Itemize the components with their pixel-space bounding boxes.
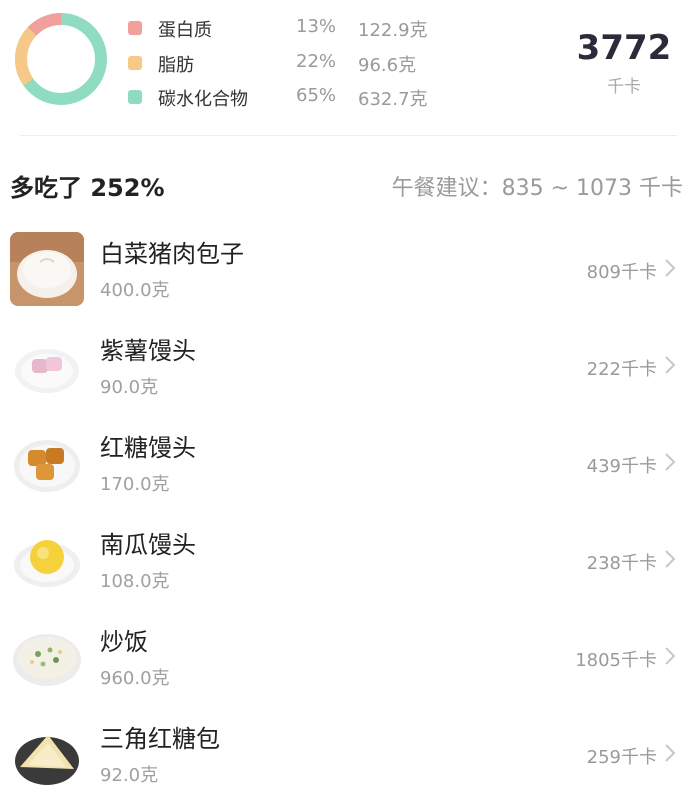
food-image-baozi	[10, 232, 84, 306]
food-weight: 400.0克	[100, 280, 170, 301]
total-calories-unit: 千卡	[607, 77, 641, 97]
lunch-suggestion: 午餐建议：835 ~ 1073 千卡	[391, 176, 683, 201]
food-image-brown-sugar-mantou	[10, 426, 84, 500]
chevron-right-icon	[665, 259, 676, 277]
food-image-pumpkin-mantou	[10, 523, 84, 597]
food-name: 白菜猪肉包子	[100, 240, 244, 268]
chevron-right-icon	[665, 550, 676, 568]
food-name: 三角红糖包	[100, 725, 220, 753]
chevron-right-icon	[665, 744, 676, 762]
food-image-fried-rice	[10, 620, 84, 694]
food-item[interactable]: 炒饭 960.0克 1805千卡	[0, 620, 697, 716]
macro-row-fat: 脂肪 22% 96.6克	[128, 51, 448, 76]
food-weight: 170.0克	[100, 474, 170, 495]
macro-name: 碳水化合物	[158, 89, 248, 110]
carbs-color-dot	[128, 90, 142, 104]
food-name: 炒饭	[100, 628, 148, 656]
food-calories: 439千卡	[586, 456, 657, 477]
macro-weight: 122.9克	[358, 20, 428, 41]
food-item[interactable]: 红糖馒头 170.0克 439千卡	[0, 426, 697, 522]
chevron-right-icon	[665, 356, 676, 374]
fat-color-dot	[128, 56, 142, 70]
food-image-purple-mantou	[10, 329, 84, 403]
over-eaten-label: 多吃了 252%	[10, 174, 165, 202]
macro-donut-chart	[15, 13, 107, 105]
food-weight: 90.0克	[100, 377, 159, 398]
macro-percent: 65%	[296, 85, 337, 106]
food-name: 南瓜馒头	[100, 531, 196, 559]
macro-name: 蛋白质	[158, 20, 212, 41]
food-weight: 108.0克	[100, 571, 170, 592]
macro-weight: 96.6克	[358, 55, 417, 76]
food-name: 红糖馒头	[100, 434, 196, 462]
food-item[interactable]: 白菜猪肉包子 400.0克 809千卡	[0, 232, 697, 328]
macro-row-carbs: 碳水化合物 65% 632.7克	[128, 85, 448, 110]
food-weight: 92.0克	[100, 765, 159, 786]
divider	[20, 135, 677, 136]
total-calories: 3772	[576, 28, 672, 68]
protein-color-dot	[128, 21, 142, 35]
nutrition-summary: 蛋白质 13% 122.9克 脂肪 22% 96.6克 碳水化合物 65% 63…	[0, 0, 697, 135]
food-calories: 809千卡	[586, 262, 657, 283]
food-image-triangle-bun	[10, 717, 84, 791]
food-calories: 259千卡	[586, 747, 657, 768]
chevron-right-icon	[665, 647, 676, 665]
macro-percent: 22%	[296, 51, 337, 72]
food-name: 紫薯馒头	[100, 337, 196, 365]
food-item[interactable]: 紫薯馒头 90.0克 222千卡	[0, 329, 697, 425]
food-item[interactable]: 南瓜馒头 108.0克 238千卡	[0, 523, 697, 619]
chevron-right-icon	[665, 453, 676, 471]
food-item[interactable]: 三角红糖包 92.0克 259千卡	[0, 717, 697, 800]
macro-weight: 632.7克	[358, 89, 428, 110]
macro-name: 脂肪	[158, 55, 194, 76]
macro-percent: 13%	[296, 16, 337, 37]
food-calories: 238千卡	[586, 553, 657, 574]
food-calories: 222千卡	[586, 359, 657, 380]
macro-row-protein: 蛋白质 13% 122.9克	[128, 16, 448, 41]
food-weight: 960.0克	[100, 668, 170, 689]
food-calories: 1805千卡	[575, 650, 657, 671]
